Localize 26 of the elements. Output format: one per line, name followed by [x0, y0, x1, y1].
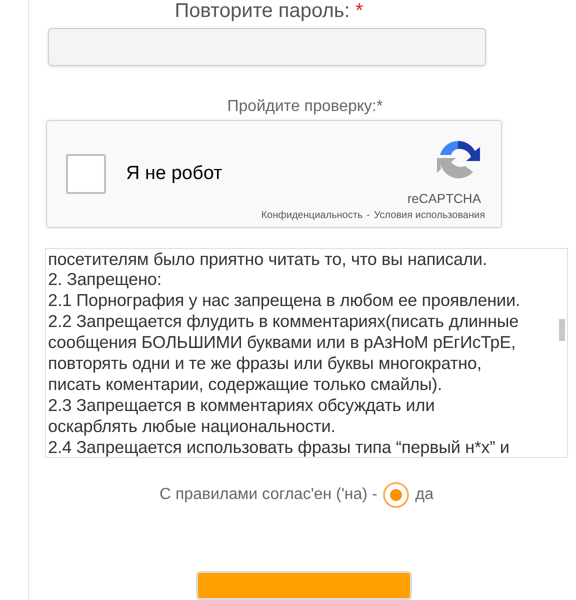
link-separator: -	[366, 210, 370, 222]
privacy-link[interactable]: Конфиденциальность	[261, 210, 363, 222]
submit-button[interactable]	[196, 571, 412, 600]
rules-line: 2.1 Порнография у нас запрещена в любом ее проявлении.	[48, 290, 522, 312]
rules-line: 2. Запрещено:	[48, 269, 163, 290]
rules-line: 2.4 Запрещается использовать фразы типа “первый н*х” и	[48, 436, 510, 458]
rules-line: оскарблять любые национальности.	[48, 416, 336, 437]
required-mark: *	[355, 0, 364, 22]
rules-textarea[interactable]	[45, 248, 568, 458]
rules-line: писать коментарии, содержащие только смайлы).	[48, 374, 444, 395]
terms-link[interactable]: Условия использования	[374, 210, 485, 222]
rules-line: 2.3 Запрещается в комментариях обсуждать или	[48, 394, 436, 416]
rules-line: посетителям было приятно читать то, что вы написали.	[48, 248, 488, 270]
radio-label: да	[415, 486, 434, 504]
agree-radio[interactable]	[383, 482, 410, 508]
rules-line: повторять одни и те же фразы или буквы многократно,	[48, 353, 483, 374]
captcha-checkbox[interactable]	[66, 154, 106, 194]
password-repeat-field[interactable]	[48, 28, 486, 66]
captcha-label: Я не робот	[126, 162, 222, 185]
scrollbar-thumb[interactable]	[559, 318, 565, 341]
recaptcha-brand: reCAPTCHA	[407, 191, 481, 206]
agreement-label: С правилами соглас'ен ('на) -	[160, 486, 378, 504]
rules-line: сообщения БОЛЬШИМИ буквами или в рАзНоМ рЕгИсТрЕ,	[48, 332, 517, 354]
field-label: Повторите пароль:	[174, 0, 350, 22]
rules-line: 2.2 Запрещается флудить в комментариях(писать длинные	[48, 311, 520, 332]
section-label: Пройдите проверку:*	[226, 98, 384, 116]
